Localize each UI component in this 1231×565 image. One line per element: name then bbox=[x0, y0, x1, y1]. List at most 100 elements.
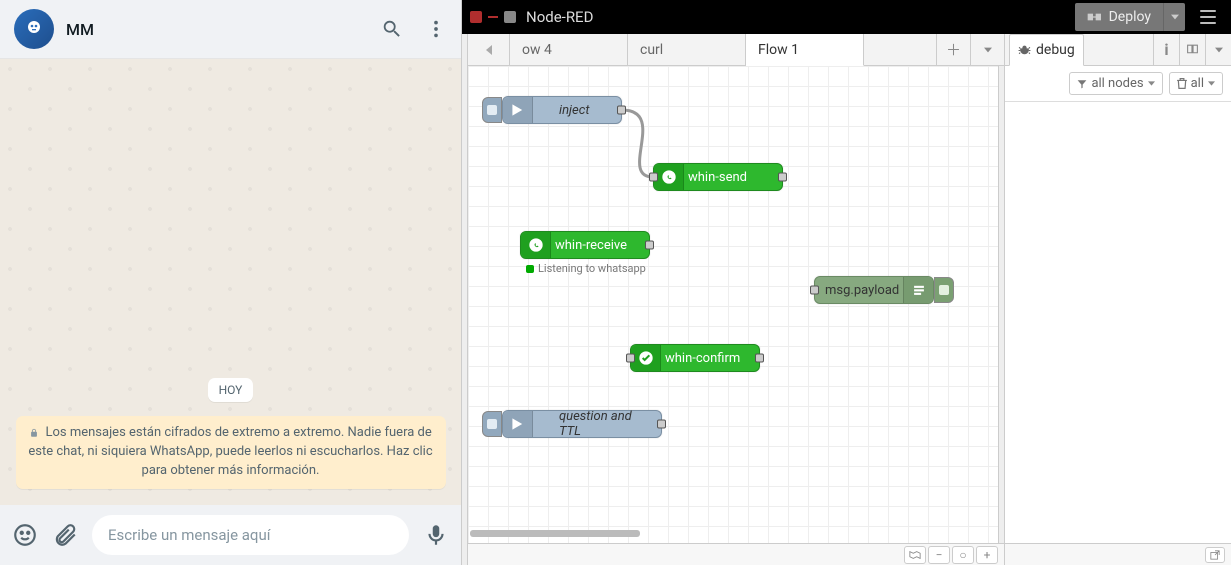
wires-layer bbox=[468, 66, 768, 216]
nodered-logo bbox=[470, 11, 516, 23]
chevron-down-icon bbox=[1208, 80, 1215, 87]
menu-vertical-icon[interactable] bbox=[425, 18, 447, 40]
output-port[interactable] bbox=[778, 173, 787, 182]
chevron-down-icon bbox=[1171, 13, 1179, 21]
tab-flow1[interactable]: Flow 1 bbox=[746, 34, 864, 66]
input-port[interactable] bbox=[649, 173, 658, 182]
navigator-button[interactable] bbox=[904, 546, 926, 564]
node-whin-receive[interactable]: whin-receive bbox=[520, 231, 650, 259]
node-whin-confirm[interactable]: whin-confirm bbox=[630, 344, 760, 372]
node-label: inject bbox=[559, 103, 589, 118]
nodered-topbar: Node-RED Deploy bbox=[462, 0, 1231, 34]
canvas-scroll-edge[interactable] bbox=[998, 66, 1004, 543]
zoom-in-button[interactable]: + bbox=[976, 546, 998, 564]
sidebar-popout-button[interactable] bbox=[1205, 547, 1225, 563]
whatsapp-icon bbox=[521, 232, 551, 258]
map-icon bbox=[909, 550, 921, 560]
status-text: Listening to whatsapp bbox=[538, 262, 646, 275]
debug-filter-button[interactable]: all nodes bbox=[1069, 72, 1162, 95]
tab-debug[interactable]: debug bbox=[1009, 34, 1084, 66]
tabs-menu-button[interactable] bbox=[970, 34, 1004, 65]
debug-clear-button[interactable]: all bbox=[1169, 72, 1223, 95]
node-label: whin-receive bbox=[555, 238, 627, 253]
tab-prev[interactable] bbox=[468, 34, 510, 65]
canvas-wrap: inject whin-send bbox=[468, 66, 1004, 543]
logo-dot-icon bbox=[470, 11, 482, 23]
tab-curl[interactable]: curl bbox=[628, 34, 746, 65]
input-port[interactable] bbox=[810, 286, 819, 295]
search-icon[interactable] bbox=[381, 18, 403, 40]
mic-icon[interactable] bbox=[423, 522, 449, 548]
zoom-out-button[interactable]: − bbox=[928, 546, 950, 564]
chevron-down-icon bbox=[1215, 46, 1223, 54]
plus-icon: ＋ bbox=[946, 39, 961, 60]
avatar[interactable] bbox=[14, 9, 54, 49]
node-inject[interactable]: inject bbox=[502, 96, 622, 124]
message-input[interactable] bbox=[92, 515, 409, 555]
node-label: whin-send bbox=[688, 170, 747, 185]
deploy-button[interactable]: Deploy bbox=[1075, 3, 1185, 31]
whatsapp-icon bbox=[654, 164, 684, 190]
book-icon bbox=[1186, 43, 1199, 56]
whatsapp-panel: MM HOY Los mensajes están cifrados de ex… bbox=[0, 0, 462, 565]
menu-button[interactable] bbox=[1193, 2, 1223, 32]
square-icon bbox=[487, 105, 497, 115]
flow-canvas[interactable]: inject whin-send bbox=[468, 66, 1004, 543]
tab-flow4[interactable]: ow 4 bbox=[510, 34, 628, 65]
chevron-down-icon bbox=[984, 46, 992, 54]
output-port[interactable] bbox=[645, 241, 654, 250]
whatsapp-icon bbox=[631, 345, 661, 371]
app-title: Node-RED bbox=[526, 8, 593, 26]
composer bbox=[0, 505, 461, 565]
node-inject-question[interactable]: question and TTL bbox=[502, 410, 662, 438]
header-actions bbox=[381, 18, 447, 40]
sidebar-book-button[interactable] bbox=[1179, 34, 1205, 65]
emoji-icon[interactable] bbox=[12, 522, 38, 548]
canvas-footer: − ○ + bbox=[468, 543, 1004, 565]
node-status: Listening to whatsapp bbox=[526, 262, 646, 275]
chevron-down-icon bbox=[1148, 80, 1155, 87]
clear-label: all bbox=[1191, 76, 1204, 91]
sidebar-tab-label: debug bbox=[1036, 42, 1075, 58]
trash-icon bbox=[1177, 78, 1187, 89]
sidebar-tabs: debug i bbox=[1005, 34, 1231, 66]
node-label: whin-confirm bbox=[665, 351, 740, 366]
inject-icon bbox=[503, 97, 533, 123]
popout-icon bbox=[1210, 550, 1220, 560]
output-port[interactable] bbox=[617, 106, 626, 115]
inject-trigger[interactable] bbox=[482, 411, 502, 437]
whatsapp-header: MM bbox=[0, 0, 461, 59]
deploy-dropdown[interactable] bbox=[1163, 3, 1185, 31]
zoom-reset-button[interactable]: ○ bbox=[952, 546, 974, 564]
contact-name[interactable]: MM bbox=[66, 20, 369, 39]
logo-wire-icon bbox=[488, 16, 498, 18]
chat-area[interactable]: HOY Los mensajes están cifrados de extre… bbox=[0, 59, 461, 505]
filter-label: all nodes bbox=[1091, 76, 1143, 91]
logo-dot-icon bbox=[504, 11, 516, 23]
inject-trigger[interactable] bbox=[482, 97, 502, 123]
square-icon bbox=[939, 285, 949, 295]
bug-icon bbox=[1018, 44, 1031, 57]
output-port[interactable] bbox=[657, 420, 666, 429]
filter-icon bbox=[1077, 79, 1087, 89]
debug-messages[interactable] bbox=[1005, 102, 1231, 543]
encryption-notice[interactable]: Los mensajes están cifrados de extremo a… bbox=[16, 416, 446, 489]
status-dot-icon bbox=[526, 265, 534, 273]
sidebar-menu-button[interactable] bbox=[1205, 34, 1231, 65]
add-tab-button[interactable]: ＋ bbox=[936, 34, 970, 65]
nodered-body: ow 4 curl Flow 1 ＋ bbox=[462, 34, 1231, 565]
chevron-left-icon bbox=[485, 45, 493, 55]
deploy-icon bbox=[1087, 11, 1103, 23]
encryption-text: Los mensajes están cifrados de extremo a… bbox=[28, 425, 432, 478]
debug-sidebar: debug i all nodes bbox=[1005, 34, 1231, 565]
attach-icon[interactable] bbox=[52, 522, 78, 548]
node-debug[interactable]: msg.payload bbox=[814, 276, 934, 304]
input-port[interactable] bbox=[626, 354, 635, 363]
lock-icon bbox=[29, 427, 39, 439]
sidebar-info-button[interactable]: i bbox=[1153, 34, 1179, 65]
bot-icon bbox=[22, 17, 46, 41]
output-port[interactable] bbox=[755, 354, 764, 363]
debug-toggle[interactable] bbox=[934, 277, 954, 303]
node-whin-send[interactable]: whin-send bbox=[653, 163, 783, 191]
square-icon bbox=[487, 419, 497, 429]
